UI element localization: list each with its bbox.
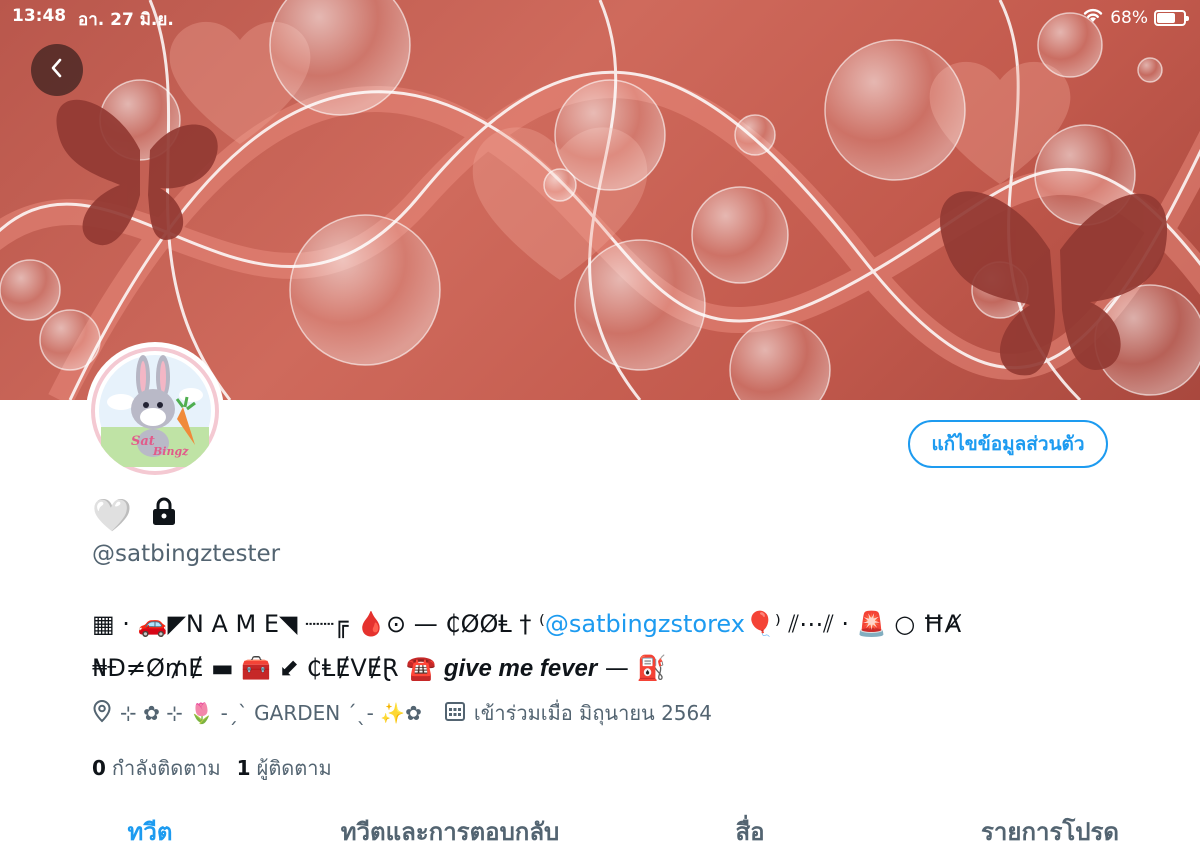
status-indicators: 68% bbox=[1082, 6, 1189, 29]
location-pin-icon bbox=[92, 699, 112, 728]
lock-icon bbox=[150, 496, 178, 534]
bio-line-1: ▦ · 🚗◤N A M E◥ ┈┈╔ 🩸⊙ — ₵ØØⱠ † ⁽@satbing… bbox=[92, 602, 1122, 646]
chevron-left-icon bbox=[48, 57, 66, 83]
user-handle: @satbingztester bbox=[92, 541, 281, 567]
bio-text: ▦ · 🚗◤N A M E◥ ┈┈╔ 🩸⊙ — ₵ØØⱠ † ⁽ bbox=[92, 610, 545, 638]
followers-link[interactable]: 1 ผู้ติดตาม bbox=[237, 752, 332, 784]
following-label: กำลังติดตาม bbox=[111, 756, 221, 780]
svg-text:Bingz: Bingz bbox=[152, 445, 189, 458]
following-link[interactable]: 0 กำลังติดตาม bbox=[92, 752, 221, 784]
location-item: ⊹ ✿ ⊹ 🌷 -ˏˋ GARDEN ˊˎ- ✨✿ bbox=[92, 699, 422, 728]
followers-count: 1 bbox=[236, 756, 251, 780]
display-name-row: 🤍 bbox=[92, 496, 178, 534]
bio-mention-link[interactable]: @satbingzstorex bbox=[545, 610, 745, 638]
status-time: 13:48 bbox=[12, 6, 67, 26]
battery-level bbox=[1157, 12, 1175, 23]
avatar[interactable]: Sat Bingz bbox=[86, 342, 224, 480]
bio-line-2: ₦Đ≠Ø₥Ɇ ▬ 🧰 ⬋ ₵ⱠɆVɆⱤ ☎️ give me fever — ⛽ bbox=[92, 646, 1122, 691]
battery-percent: 68% bbox=[1110, 7, 1148, 28]
bio-text: — ⛽ bbox=[604, 654, 667, 682]
followers-label: ผู้ติดตาม bbox=[256, 756, 332, 780]
profile-banner[interactable] bbox=[0, 0, 1200, 400]
profile-tabs: ทวีต ทวีตและการตอบกลับ สื่อ รายการโปรด bbox=[0, 800, 1200, 855]
following-count: 0 bbox=[92, 756, 106, 780]
tab-media[interactable]: สื่อ bbox=[600, 800, 900, 855]
back-button[interactable] bbox=[31, 44, 83, 96]
edit-profile-button[interactable]: แก้ไขข้อมูลส่วนตัว bbox=[908, 420, 1108, 468]
bio-fever-text: give me fever bbox=[443, 655, 598, 682]
tab-likes[interactable]: รายการโปรด bbox=[900, 800, 1200, 855]
bio-text: 🎈⁾ ⫽⋯⫽ · 🚨 ○ ĦȺ bbox=[744, 610, 962, 638]
profile-bio: ▦ · 🚗◤N A M E◥ ┈┈╔ 🩸⊙ — ₵ØØⱠ † ⁽@satbing… bbox=[92, 602, 1122, 691]
joined-date-text: เข้าร่วมเมื่อ มิถุนายน 2564 bbox=[473, 701, 712, 725]
display-name: 🤍 bbox=[92, 496, 132, 534]
calendar-icon bbox=[444, 700, 466, 727]
svg-text:Sat: Sat bbox=[131, 434, 155, 449]
tab-tweets-and-replies[interactable]: ทวีตและการตอบกลับ bbox=[300, 800, 600, 855]
wifi-icon bbox=[1082, 6, 1104, 29]
avatar-image: Sat Bingz bbox=[91, 347, 219, 475]
status-bar: 13:48 อา. 27 มิ.ย. 68% bbox=[0, 0, 1200, 34]
profile-meta: ⊹ ✿ ⊹ 🌷 -ˏˋ GARDEN ˊˎ- ✨✿ เข้าร่วมเมื่อ … bbox=[92, 697, 712, 729]
follow-stats: 0 กำลังติดตาม 1 ผู้ติดตาม bbox=[92, 752, 332, 784]
joined-date-item: เข้าร่วมเมื่อ มิถุนายน 2564 bbox=[444, 697, 712, 729]
bio-text: ₦Đ≠Ø₥Ɇ ▬ 🧰 ⬋ ₵ⱠɆVɆⱤ ☎️ bbox=[92, 654, 437, 682]
bunny-logo: Sat Bingz bbox=[95, 351, 215, 471]
battery-icon bbox=[1154, 9, 1189, 26]
tab-tweets[interactable]: ทวีต bbox=[0, 800, 300, 855]
banner-artwork bbox=[0, 0, 1200, 400]
status-date: อา. 27 มิ.ย. bbox=[78, 10, 174, 30]
location-text: ⊹ ✿ ⊹ 🌷 -ˏˋ GARDEN ˊˎ- ✨✿ bbox=[120, 701, 422, 725]
